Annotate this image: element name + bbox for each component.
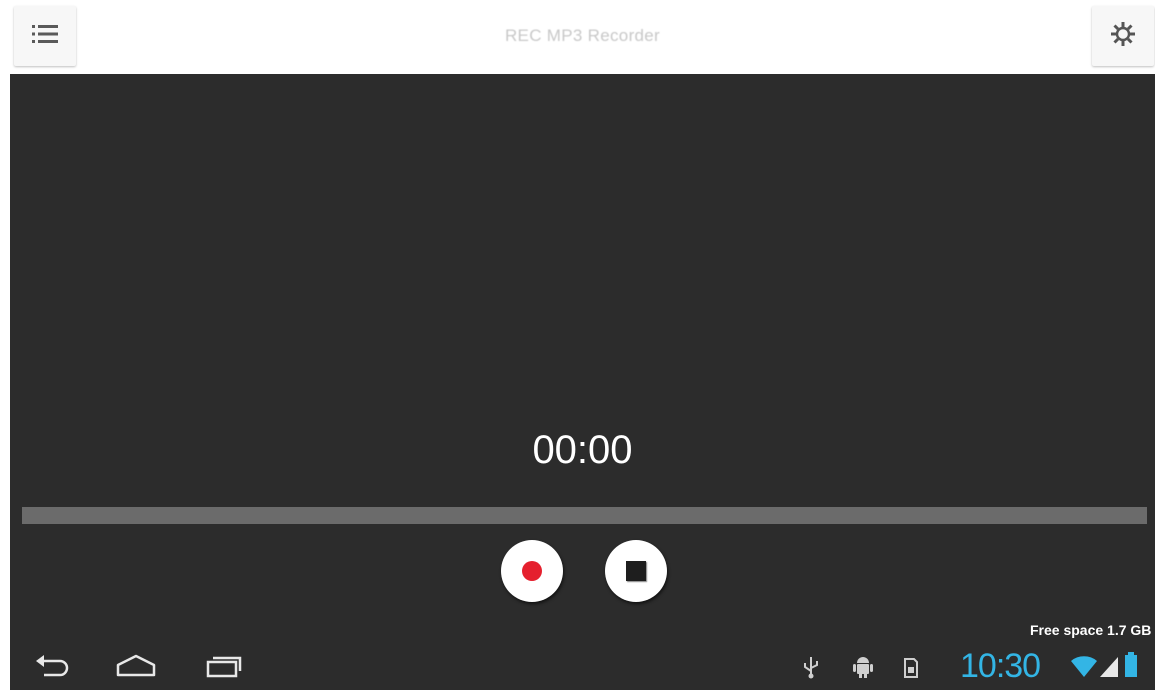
stop-button[interactable] — [605, 540, 667, 602]
app-title: REC MP3 Recorder — [504, 26, 660, 45]
usb-icon — [802, 655, 820, 684]
elapsed-timer: 00:00 — [532, 428, 633, 472]
action-bar: REC MP3 Recorder — [10, 0, 1155, 74]
wifi-icon — [1070, 653, 1098, 684]
back-icon[interactable] — [32, 651, 72, 686]
stop-icon — [626, 561, 646, 581]
gear-icon — [1108, 19, 1138, 54]
android-debug-icon — [852, 655, 874, 684]
free-space-label: Free space 1.7 GB — [1030, 622, 1152, 638]
recent-apps-icon[interactable] — [202, 651, 246, 686]
record-icon — [522, 561, 542, 581]
signal-icon — [1098, 653, 1120, 684]
battery-icon — [1123, 651, 1139, 684]
recording-progress-bar[interactable] — [22, 507, 1147, 524]
settings-button[interactable] — [1092, 6, 1154, 66]
sd-card-icon — [903, 655, 919, 684]
record-button[interactable] — [501, 540, 563, 602]
home-icon[interactable] — [114, 651, 158, 686]
status-clock: 10:30 — [960, 647, 1041, 685]
recorder-app: REC MP3 Recorder 00:00 Free space 1.7 GB… — [10, 0, 1155, 690]
system-navigation-bar: 10:30 — [10, 645, 1155, 690]
